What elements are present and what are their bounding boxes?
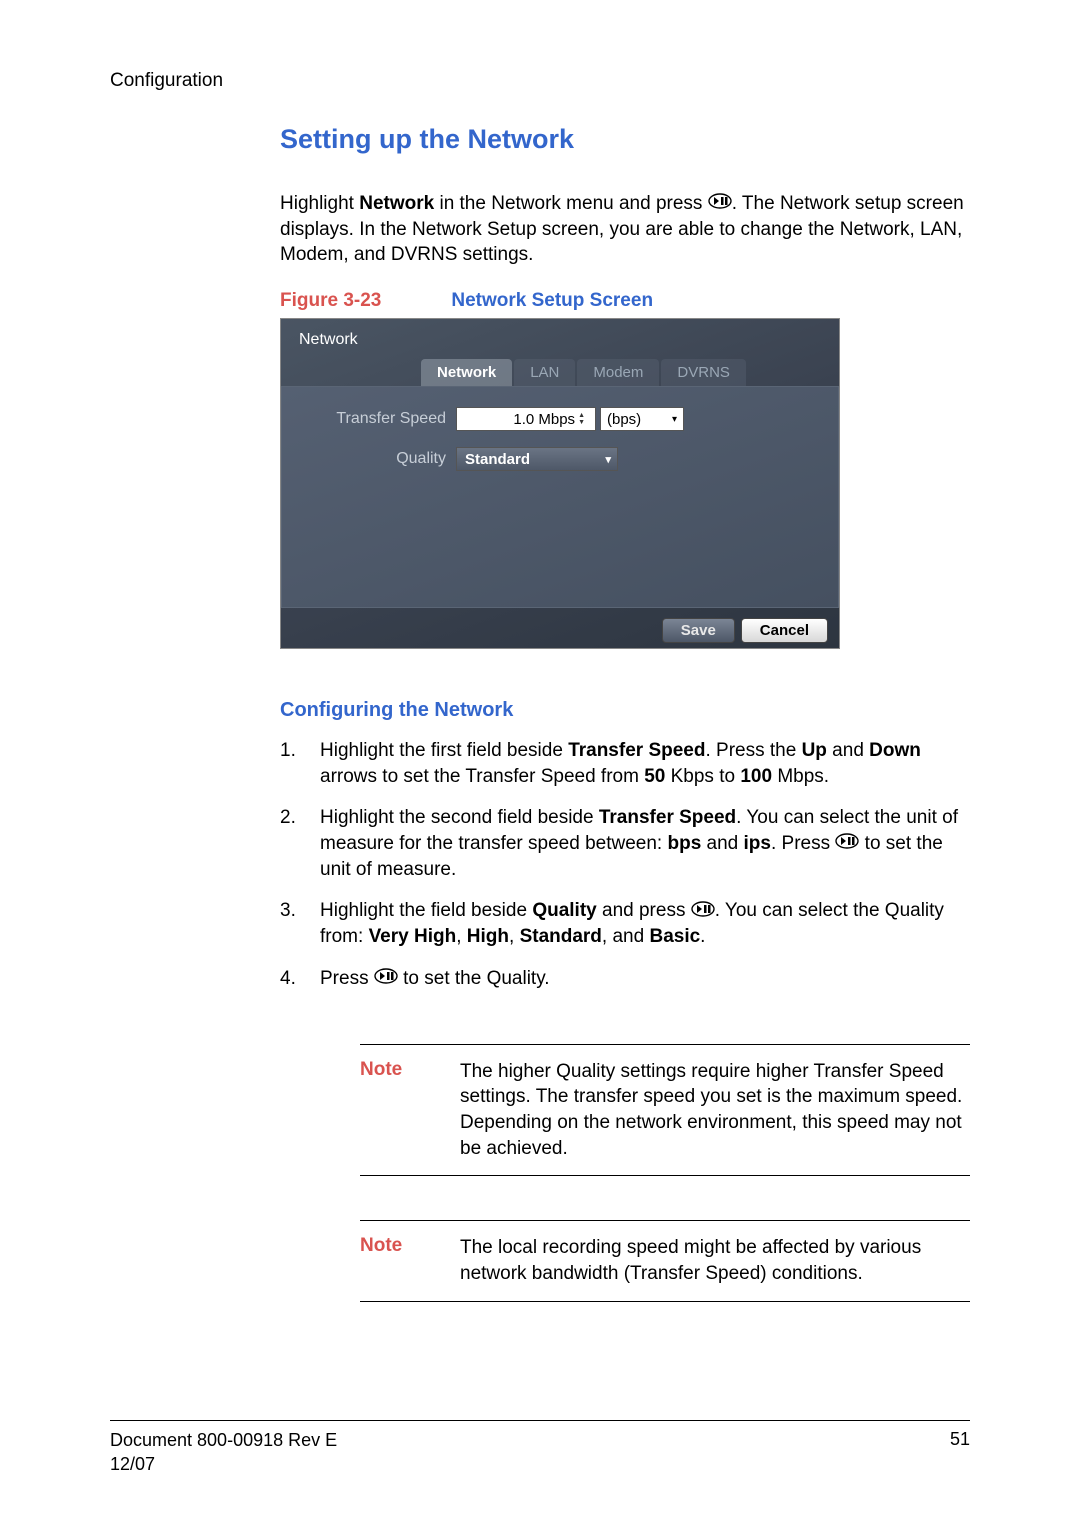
quality-row: Quality Standard: [296, 447, 824, 471]
tab-network[interactable]: Network: [421, 359, 512, 386]
t: ,: [509, 926, 520, 947]
quality-field[interactable]: Standard: [456, 447, 618, 471]
footer-date: 12/07: [110, 1453, 337, 1476]
t: to set the Quality.: [398, 968, 550, 989]
dropdown-icon: ▾: [672, 414, 677, 425]
intro-paragraph: Highlight Network in the Network menu an…: [280, 191, 970, 268]
spinner-icon[interactable]: ▲▼: [578, 412, 585, 426]
note-text: The higher Quality settings require high…: [460, 1059, 970, 1162]
t: and press: [597, 900, 691, 921]
figure-caption: Figure 3-23 Network Setup Screen: [280, 290, 970, 312]
t: Up: [802, 740, 827, 761]
figure-label: Figure 3-23: [280, 290, 381, 311]
note-label: Note: [360, 1059, 460, 1162]
play-pause-icon: [835, 831, 859, 857]
intro-bold-network: Network: [359, 193, 434, 214]
t: Quality: [532, 900, 596, 921]
t: and: [701, 833, 743, 854]
step-3: Highlight the field beside Quality and p…: [280, 898, 970, 949]
note-label: Note: [360, 1235, 460, 1286]
tab-lan[interactable]: LAN: [514, 359, 575, 386]
t: Mbps.: [772, 766, 829, 787]
t: and: [827, 740, 869, 761]
t: Highlight the field beside: [320, 900, 532, 921]
play-pause-icon: [708, 191, 732, 217]
header-section-label: Configuration: [110, 70, 970, 92]
screenshot-window-title: Network: [281, 327, 839, 359]
note-2: Note The local recording speed might be …: [360, 1220, 970, 1301]
t: Press: [320, 968, 374, 989]
t: 50: [644, 766, 665, 787]
transfer-speed-field[interactable]: 1.0 Mbps ▲▼: [456, 407, 596, 431]
t: , and: [602, 926, 650, 947]
t: Standard: [520, 926, 602, 947]
transfer-unit-value: (bps): [607, 411, 641, 428]
tab-dvrns[interactable]: DVRNS: [661, 359, 746, 386]
footer-left: Document 800-00918 Rev E 12/07: [110, 1429, 337, 1476]
figure-title: Network Setup Screen: [451, 290, 653, 311]
page-title: Setting up the Network: [280, 124, 970, 155]
t: ips: [744, 833, 771, 854]
t: .: [700, 926, 705, 947]
t: Basic: [649, 926, 700, 947]
steps-list: Highlight the first field beside Transfe…: [280, 738, 970, 992]
t: Very High: [369, 926, 457, 947]
play-pause-icon: [374, 966, 398, 992]
t: Transfer Speed: [568, 740, 705, 761]
intro-text: in the Network menu and press: [434, 193, 708, 214]
quality-label: Quality: [296, 450, 456, 468]
transfer-speed-row: Transfer Speed 1.0 Mbps ▲▼ (bps) ▾: [296, 407, 824, 431]
t: . Press: [771, 833, 835, 854]
step-4: Press to set the Quality.: [280, 966, 970, 992]
network-setup-screenshot: Network Network LAN Modem DVRNS Transfer…: [280, 318, 840, 649]
subsection-title: Configuring the Network: [280, 699, 970, 722]
page-footer: Document 800-00918 Rev E 12/07 51: [110, 1420, 970, 1476]
t: ,: [456, 926, 467, 947]
t: Highlight the first field beside: [320, 740, 568, 761]
tabs: Network LAN Modem DVRNS: [421, 359, 839, 386]
t: bps: [667, 833, 701, 854]
button-bar: Save Cancel: [662, 618, 828, 643]
footer-page: 51: [950, 1429, 970, 1476]
footer-doc: Document 800-00918 Rev E: [110, 1429, 337, 1452]
save-button[interactable]: Save: [662, 618, 735, 643]
t: arrows to set the Transfer Speed from: [320, 766, 644, 787]
t: Down: [869, 740, 921, 761]
t: Highlight the second field beside: [320, 807, 599, 828]
step-1: Highlight the first field beside Transfe…: [280, 738, 970, 789]
play-pause-icon: [691, 899, 715, 925]
t: High: [467, 926, 509, 947]
t: Kbps to: [665, 766, 740, 787]
transfer-speed-value: 1.0 Mbps: [513, 411, 575, 428]
transfer-speed-label: Transfer Speed: [296, 410, 456, 428]
quality-value: Standard: [465, 451, 530, 468]
t: Transfer Speed: [599, 807, 736, 828]
cancel-button[interactable]: Cancel: [741, 618, 828, 643]
transfer-unit-field[interactable]: (bps) ▾: [600, 407, 684, 431]
tab-modem[interactable]: Modem: [577, 359, 659, 386]
t: 100: [740, 766, 772, 787]
step-2: Highlight the second field beside Transf…: [280, 805, 970, 882]
intro-text: Highlight: [280, 193, 359, 214]
note-1: Note The higher Quality settings require…: [360, 1044, 970, 1177]
note-text: The local recording speed might be affec…: [460, 1235, 970, 1286]
tab-body: Transfer Speed 1.0 Mbps ▲▼ (bps) ▾ Quali…: [281, 386, 839, 608]
t: . Press the: [705, 740, 801, 761]
